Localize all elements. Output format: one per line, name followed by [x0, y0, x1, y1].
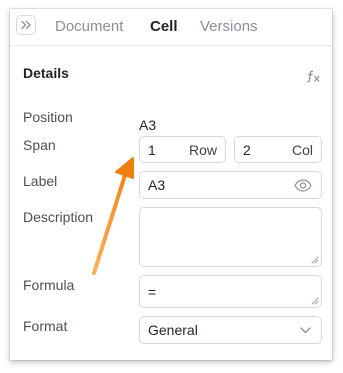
- tab-document[interactable]: Document: [55, 18, 123, 36]
- position-value: A3: [139, 117, 157, 133]
- span-cols-input[interactable]: 2 Col: [234, 136, 322, 163]
- description-textarea[interactable]: [139, 207, 322, 267]
- section-title-details: Details: [23, 65, 69, 81]
- label-input-value: A3: [148, 177, 166, 193]
- double-chevron-right-icon: [21, 20, 31, 30]
- format-label: Format: [23, 318, 68, 334]
- span-rows-value: 1: [148, 141, 156, 158]
- tab-cell[interactable]: Cell: [150, 18, 178, 36]
- format-select[interactable]: General: [139, 316, 322, 344]
- span-cols-value: 2: [243, 141, 251, 158]
- eye-icon[interactable]: [294, 179, 312, 192]
- resize-grip-icon[interactable]: [311, 256, 319, 264]
- position-label: Position: [23, 109, 73, 125]
- label-input[interactable]: A3: [139, 171, 322, 199]
- span-label: Span: [23, 137, 56, 153]
- span-rows-input[interactable]: 1 Row: [139, 136, 226, 163]
- formula-label: Formula: [23, 277, 75, 293]
- chevron-down-icon: [300, 327, 311, 334]
- tab-versions[interactable]: Versions: [200, 18, 258, 36]
- formula-value: =: [148, 283, 157, 300]
- description-label: Description: [23, 209, 94, 225]
- resize-grip-icon[interactable]: [311, 297, 319, 305]
- function-fx-icon[interactable]: [306, 69, 322, 83]
- expand-panel-button[interactable]: [16, 15, 36, 35]
- format-value: General: [148, 322, 198, 338]
- label-field-label: Label: [23, 173, 58, 189]
- span-rows-unit: Row: [188, 141, 217, 158]
- tab-bar: Document Cell Versions: [10, 9, 332, 46]
- span-cols-unit: Col: [291, 141, 313, 158]
- formula-textarea[interactable]: =: [139, 275, 322, 308]
- cell-properties-panel: Document Cell Versions Details Position …: [10, 9, 332, 360]
